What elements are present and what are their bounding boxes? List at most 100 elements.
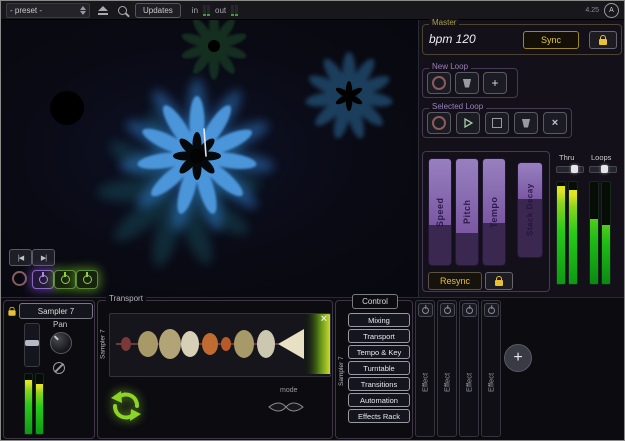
effect-slot-3[interactable]: Effect xyxy=(459,300,479,437)
add-effect-button[interactable]: + xyxy=(504,344,532,372)
search-button[interactable] xyxy=(115,4,130,17)
preset-stepper[interactable] xyxy=(80,6,86,15)
loop-power-button-green-1[interactable] xyxy=(54,270,76,289)
effect-slot-4[interactable]: Effect xyxy=(481,300,501,437)
new-loop-record-button[interactable] xyxy=(427,72,451,94)
power-icon xyxy=(39,275,48,284)
effect-power-button[interactable] xyxy=(418,303,433,317)
selected-loop-play-button[interactable] xyxy=(456,112,480,134)
speed-slider[interactable]: Speed xyxy=(428,158,452,266)
mixer-sliders-section: Speed Pitch Tempo Stack Decay Resync xyxy=(422,151,550,292)
control-button-transitions[interactable]: Transitions xyxy=(348,377,410,391)
tempo-slider-label: Tempo xyxy=(483,159,505,265)
output-meter xyxy=(231,4,238,16)
bin-icon xyxy=(462,79,472,88)
updates-button[interactable]: Updates xyxy=(135,3,181,18)
stack-decay-slider[interactable]: Stack Decay xyxy=(517,162,543,258)
transport-panel-label: Transport xyxy=(106,295,146,303)
thru-meter-left xyxy=(556,181,566,285)
skip-to-start-button[interactable]: |◀ xyxy=(9,249,32,266)
new-loop-discard-button[interactable] xyxy=(455,72,479,94)
waveform-display[interactable]: × xyxy=(109,313,331,377)
loop-power-button-purple[interactable] xyxy=(32,270,54,289)
effect-slot-label: Effect xyxy=(438,335,456,430)
control-button-transport[interactable]: Transport xyxy=(348,329,410,343)
skip-to-end-button[interactable]: ▶| xyxy=(32,249,55,266)
loop-canvas[interactable]: |◀ ▶| xyxy=(1,20,418,297)
control-button-tempo-key[interactable]: Tempo & Key xyxy=(348,345,410,359)
selected-loop-discard-button[interactable] xyxy=(514,112,538,134)
sampler-strip: Sampler 7 Pan xyxy=(3,300,95,439)
control-panel-label: Control xyxy=(352,294,398,309)
speed-slider-label: Speed xyxy=(429,159,451,265)
sliders-lock-button[interactable] xyxy=(485,272,513,290)
preset-dropdown[interactable]: - preset - xyxy=(6,3,90,18)
loops-level-slider[interactable] xyxy=(589,166,617,173)
new-loop-section: New Loop + xyxy=(422,68,518,98)
resync-button[interactable]: Resync xyxy=(428,272,482,290)
effect-power-button[interactable] xyxy=(484,303,499,317)
waveform-graphic xyxy=(110,314,330,374)
loop-power-button-green-2[interactable] xyxy=(76,270,98,289)
track-detail-area: Sampler 7 Pan Transport Sampler 7 xyxy=(1,297,624,441)
mode-label: mode xyxy=(280,387,298,394)
control-button-effects-rack[interactable]: Effects Rack xyxy=(348,409,410,423)
loops-label: Loops xyxy=(591,153,611,162)
control-button-automation[interactable]: Automation xyxy=(348,393,410,407)
effect-slot-1[interactable]: Effect xyxy=(415,300,435,437)
selected-loop-section-label: Selected Loop xyxy=(429,103,486,111)
version-label: 4.25 xyxy=(585,7,599,14)
preset-label: - preset - xyxy=(10,6,42,15)
input-meter xyxy=(203,4,210,16)
selected-loop-record-button[interactable] xyxy=(427,112,451,134)
slider-handle[interactable] xyxy=(25,340,39,346)
record-icon xyxy=(12,271,27,286)
mode-button[interactable] xyxy=(266,396,306,418)
control-panel: Control Sampler 7 Mixing Transport Tempo… xyxy=(335,300,413,439)
output-label: out xyxy=(215,6,226,15)
effect-power-button[interactable] xyxy=(440,303,455,317)
tempo-slider[interactable]: Tempo xyxy=(482,158,506,266)
stepper-up-icon[interactable] xyxy=(80,6,86,10)
new-loop-add-button[interactable]: + xyxy=(483,72,507,94)
lock-icon[interactable] xyxy=(8,310,15,315)
automation-badge[interactable]: A xyxy=(604,3,619,18)
control-button-mixing[interactable]: Mixing xyxy=(348,313,410,327)
transport-track-label: Sampler 7 xyxy=(98,313,108,375)
canvas-record-button[interactable] xyxy=(9,270,29,287)
power-icon xyxy=(466,307,473,314)
sync-button[interactable]: Sync xyxy=(523,31,579,49)
waveform-close-button[interactable]: × xyxy=(321,313,327,325)
selected-loop-section: Selected Loop × xyxy=(422,108,572,138)
pan-knob[interactable] xyxy=(50,332,72,354)
effect-slot-2[interactable]: Effect xyxy=(437,300,457,437)
play-icon xyxy=(463,118,473,128)
mute-button[interactable] xyxy=(51,360,67,376)
eject-icon xyxy=(98,6,108,11)
stepper-down-icon[interactable] xyxy=(80,11,86,15)
selected-loop-stop-button[interactable] xyxy=(485,112,509,134)
effect-slot-label: Effect xyxy=(416,335,434,430)
control-button-turntable[interactable]: Turntable xyxy=(348,361,410,375)
eject-button[interactable] xyxy=(95,4,110,17)
thru-level-slider[interactable] xyxy=(556,166,584,173)
power-icon xyxy=(61,275,70,284)
master-lock-button[interactable] xyxy=(589,31,617,49)
power-icon xyxy=(83,275,92,284)
pitch-slider[interactable]: Pitch xyxy=(455,158,479,266)
selected-loop-close-button[interactable]: × xyxy=(543,112,567,134)
sampler-title[interactable]: Sampler 7 xyxy=(19,303,93,319)
master-panel-area: Master bpm 120 Sync New Loop + Selected … xyxy=(418,20,625,297)
effect-power-button[interactable] xyxy=(462,303,477,317)
lock-icon xyxy=(599,39,607,45)
bpm-display[interactable]: bpm 120 xyxy=(429,32,476,46)
record-icon xyxy=(432,76,446,90)
loop-sync-button[interactable] xyxy=(107,387,145,425)
master-section: Master bpm 120 Sync xyxy=(422,24,622,55)
sampler-meter-right xyxy=(35,373,44,435)
bin-icon xyxy=(521,119,531,128)
sampler-volume-slider[interactable] xyxy=(24,323,40,367)
lock-icon xyxy=(495,280,503,286)
power-icon xyxy=(488,307,495,314)
stack-decay-slider-label: Stack Decay xyxy=(518,163,542,257)
